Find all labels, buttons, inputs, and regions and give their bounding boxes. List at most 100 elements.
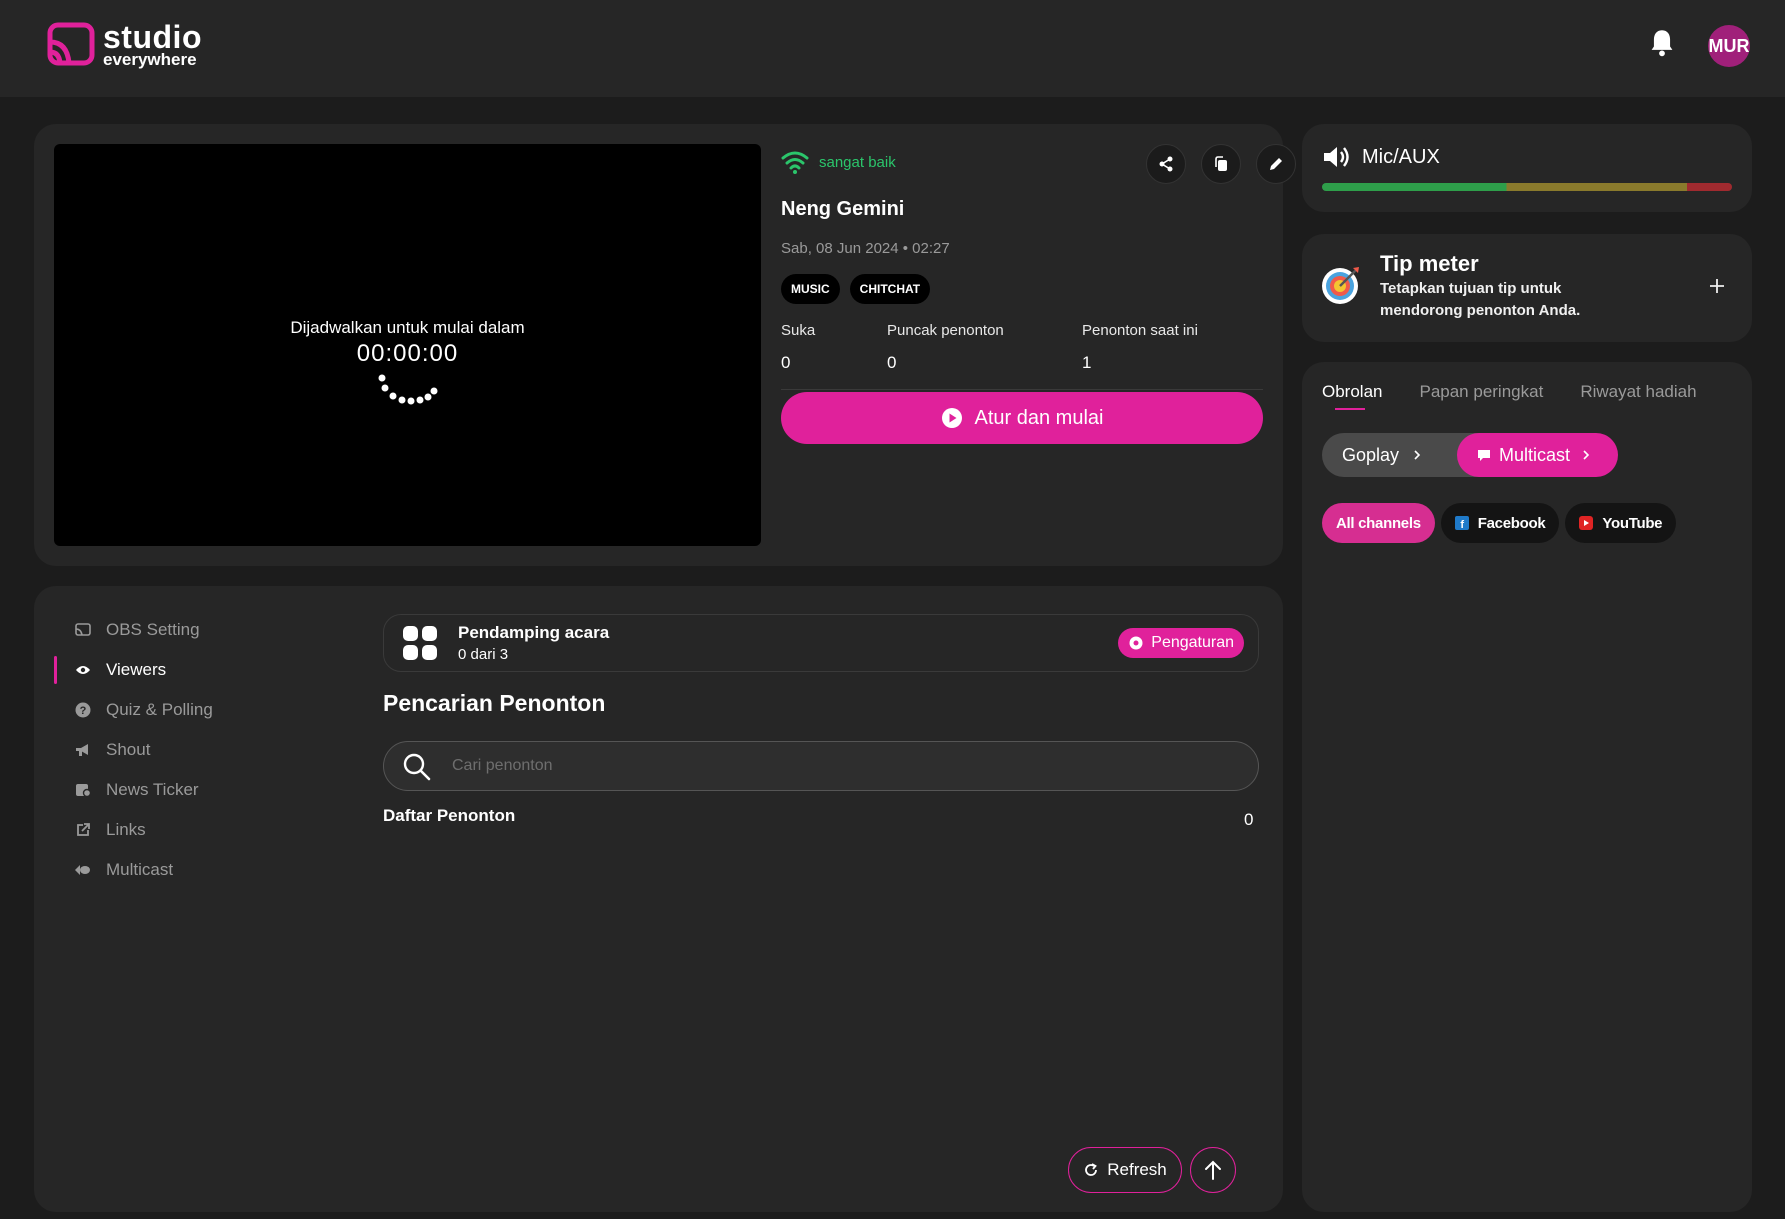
menu-item-shout[interactable]: Shout (74, 730, 213, 770)
channel-filters: All channels f Facebook YouTube (1322, 503, 1677, 543)
studio-everywhere-logo[interactable]: studio everywhere (47, 21, 202, 68)
platform-switch: Goplay Multicast (1322, 433, 1619, 477)
scheduled-label: Dijadwalkan untuk mulai dalam (290, 318, 525, 337)
tip-meter-title: Tip meter (1380, 251, 1479, 276)
facebook-icon: f (1454, 516, 1469, 530)
menu-item-label: Quiz & Polling (106, 700, 213, 719)
viewer-search-box (383, 741, 1259, 791)
obs-icon (74, 621, 92, 639)
tab-gift-history[interactable]: Riwayat hadiah (1580, 382, 1696, 410)
refresh-label: Refresh (1107, 1160, 1167, 1179)
share-icon (1159, 156, 1173, 172)
tip-desc-line2: mendorong penonton Anda. (1380, 302, 1581, 319)
setup-and-start-button[interactable]: Atur dan mulai (781, 392, 1263, 444)
side-menu: OBS Setting Viewers ? Quiz & Polling Sho… (54, 610, 213, 890)
menu-item-label: Viewers (106, 660, 167, 679)
channel-facebook[interactable]: f Facebook (1440, 503, 1560, 543)
goplay-label: Goplay (1342, 444, 1400, 465)
user-avatar[interactable]: MUR (1708, 25, 1750, 67)
multicast-button[interactable]: Multicast (1457, 433, 1619, 477)
likes-stat: Suka 0 (781, 322, 815, 373)
signal-quality-text: sangat baik (819, 153, 896, 171)
copy-icon (1215, 156, 1227, 171)
signal-status: sangat baik (781, 150, 1263, 174)
pencil-icon (1270, 158, 1282, 170)
speaker-icon (1324, 147, 1349, 167)
notification-bell-icon[interactable] (1648, 28, 1676, 58)
news-icon (74, 781, 92, 799)
show-companion-card: Pendamping acara 0 dari 3 Pengaturan (383, 614, 1259, 672)
menu-item-label: Links (106, 820, 146, 839)
mic-title-text: Mic/AUX (1362, 145, 1440, 168)
stream-date: Sab, 08 Jun 2024 • 02:27 (781, 240, 950, 257)
viewer-search-input[interactable] (452, 742, 1232, 790)
menu-item-label: News Ticker (106, 780, 199, 799)
stream-title: Neng Gemini (781, 198, 905, 220)
arrow-up-icon (1205, 1160, 1221, 1180)
mic-aux-panel: Mic/AUX (1302, 124, 1752, 212)
logo-sub-text: everywhere (103, 50, 197, 69)
tag-music: MUSIC (781, 274, 840, 304)
channel-all[interactable]: All channels (1322, 503, 1435, 543)
loading-spinner-icon (378, 374, 438, 405)
channel-youtube-label: YouTube (1602, 514, 1663, 532)
tip-meter-description: Tetapkan tujuan tip untuk mendorong peno… (1380, 278, 1580, 322)
settings-label: Pengaturan (1151, 634, 1234, 651)
question-icon: ? (74, 701, 92, 719)
menu-item-label: OBS Setting (106, 620, 200, 639)
menu-item-obs-setting[interactable]: OBS Setting (74, 610, 213, 650)
viewers-panel: OBS Setting Viewers ? Quiz & Polling Sho… (34, 586, 1283, 1212)
setup-and-start-label: Atur dan mulai (974, 406, 1104, 429)
companion-title: Pendamping acara (458, 623, 610, 642)
youtube-icon (1579, 516, 1594, 530)
grid-apps-icon (403, 626, 437, 660)
logo-main-text: studio (103, 19, 202, 55)
countdown-timer: 00:00:00 (356, 340, 459, 367)
likes-label: Suka (781, 322, 816, 339)
copy-button[interactable] (1201, 144, 1241, 184)
chevron-right-icon (1414, 450, 1421, 460)
mic-title: Mic/AUX (1322, 144, 1440, 170)
multicast-icon (74, 861, 92, 879)
likes-value: 0 (781, 353, 791, 372)
current-viewers-label: Penonton saat ini (1082, 322, 1198, 339)
tip-desc-line1: Tetapkan tujuan tip untuk (1380, 280, 1562, 297)
search-icon (403, 753, 431, 781)
stream-tags: MUSIC CHITCHAT (781, 274, 1263, 304)
menu-item-quiz-polling[interactable]: ? Quiz & Polling (74, 690, 213, 730)
current-viewers-value: 1 (1082, 353, 1092, 372)
peak-viewers-label: Puncak penonton (887, 322, 1004, 339)
gear-icon (1129, 636, 1143, 650)
settings-button[interactable]: Pengaturan (1118, 628, 1244, 658)
scroll-top-button[interactable] (1190, 1147, 1236, 1193)
goplay-button[interactable]: Goplay (1322, 433, 1480, 477)
top-header: studio everywhere MUR (0, 0, 1785, 97)
tab-leaderboard[interactable]: Papan peringkat (1419, 382, 1543, 410)
current-viewers-stat: Penonton saat ini 1 (1082, 322, 1198, 373)
menu-item-viewers[interactable]: Viewers (54, 650, 213, 690)
share-button[interactable] (1146, 144, 1186, 184)
channel-youtube[interactable]: YouTube (1565, 503, 1677, 543)
stream-panel: Dijadwalkan untuk mulai dalam 00:00:00 s… (34, 124, 1296, 566)
companion-count: 0 dari 3 (458, 646, 509, 663)
tab-chat[interactable]: Obrolan (1322, 382, 1382, 410)
chat-bubble-icon (1478, 450, 1491, 461)
edit-button[interactable] (1256, 144, 1296, 184)
tag-chitchat: CHITCHAT (849, 274, 931, 304)
plus-icon (1710, 279, 1724, 293)
chat-tabs: Obrolan Papan peringkat Riwayat hadiah (1322, 382, 1697, 410)
viewer-search-title: Pencarian Penonton (383, 690, 606, 716)
menu-item-label: Shout (106, 740, 151, 759)
svg-text:?: ? (80, 705, 87, 717)
refresh-button[interactable]: Refresh (1068, 1147, 1182, 1193)
multicast-label: Multicast (1499, 444, 1571, 465)
stream-stats: Suka 0 Puncak penonton 0 Penonton saat i… (781, 322, 1263, 390)
menu-item-links[interactable]: Links (74, 810, 213, 850)
menu-item-news-ticker[interactable]: News Ticker (74, 770, 213, 810)
logo-mark-icon (47, 22, 95, 65)
add-tip-goal-button[interactable] (1708, 270, 1726, 302)
menu-item-multicast[interactable]: Multicast (74, 850, 213, 890)
peak-viewers-value: 0 (887, 353, 897, 372)
chat-panel: Obrolan Papan peringkat Riwayat hadiah G… (1302, 362, 1752, 1212)
audio-level-meter (1322, 183, 1732, 191)
